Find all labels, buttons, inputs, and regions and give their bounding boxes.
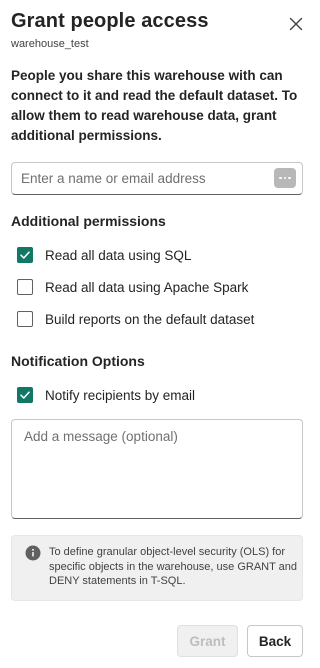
- dialog-subtitle: warehouse_test: [11, 38, 89, 50]
- close-icon: [289, 17, 303, 31]
- checkbox-read-sql[interactable]: [17, 247, 33, 263]
- permission-label: Read all data using SQL: [45, 247, 192, 263]
- recipient-input[interactable]: [12, 163, 262, 194]
- recipient-field: [11, 162, 303, 195]
- checkmark-icon: [20, 391, 30, 399]
- permission-label: Build reports on the default dataset: [45, 311, 255, 327]
- checkbox-build-reports[interactable]: [17, 311, 33, 327]
- back-button[interactable]: Back: [247, 625, 303, 657]
- notify-label: Notify recipients by email: [45, 387, 196, 403]
- dialog-description: People you share this warehouse with can…: [11, 68, 298, 143]
- dialog-title: Grant people access: [11, 10, 209, 32]
- permission-read-spark[interactable]: Read all data using Apache Spark: [17, 279, 248, 295]
- message-textarea[interactable]: [11, 419, 303, 519]
- grant-button[interactable]: Grant: [177, 625, 238, 657]
- notify-by-email[interactable]: Notify recipients by email: [17, 387, 195, 403]
- info-message-bar: To define granular object-level security…: [11, 535, 303, 601]
- checkbox-read-spark[interactable]: [17, 279, 33, 295]
- checkbox-notify-email[interactable]: [17, 387, 33, 403]
- permissions-heading: Additional permissions: [11, 213, 166, 229]
- info-icon: [25, 545, 41, 561]
- permission-read-sql[interactable]: Read all data using SQL: [17, 247, 191, 263]
- permission-label: Read all data using Apache Spark: [45, 279, 249, 295]
- close-button[interactable]: [286, 14, 306, 34]
- more-horizontal-icon: [279, 176, 291, 180]
- permission-build-reports[interactable]: Build reports on the default dataset: [17, 311, 254, 327]
- notification-heading: Notification Options: [11, 353, 145, 369]
- info-text: To define granular object-level security…: [49, 546, 298, 587]
- more-options-button[interactable]: [274, 168, 296, 188]
- checkmark-icon: [20, 251, 30, 259]
